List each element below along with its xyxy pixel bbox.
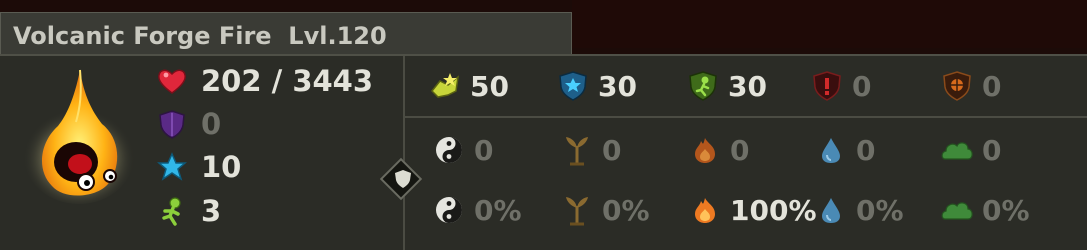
air-pct-value: 0% xyxy=(982,193,1030,227)
hp-row: 202 / 3443 xyxy=(155,62,373,100)
fire-flat-cell: 0 xyxy=(688,130,749,170)
air-cloud-icon xyxy=(940,133,974,167)
mp-walker-icon xyxy=(155,194,189,228)
mp-row: 3 xyxy=(155,192,221,230)
critical-icon xyxy=(810,69,844,103)
earth-flat-value: 0 xyxy=(602,133,622,167)
water-flat-cell: 0 xyxy=(814,130,875,170)
title-tab: Volcanic Forge Fire Lvl.120 xyxy=(0,12,572,56)
block-icon xyxy=(940,69,974,103)
earth-sprout-icon xyxy=(560,133,594,167)
mp-dodge-cell: 30 xyxy=(686,66,767,106)
air-flat-cell: 0 xyxy=(940,130,1001,170)
water-pct-value: 0% xyxy=(856,193,904,227)
air-flat-value: 0 xyxy=(982,133,1002,167)
ap-shield-icon xyxy=(556,69,590,103)
block-value: 0 xyxy=(982,69,1002,103)
armor-row: 0 xyxy=(155,105,221,143)
fire-monster-portrait xyxy=(23,69,135,204)
air-pct-cell: 0% xyxy=(940,190,1030,230)
fire-pct-cell: 100% xyxy=(688,190,817,230)
water-flat-value: 0 xyxy=(856,133,876,167)
neutral-pct-cell: 0% xyxy=(432,190,522,230)
neutral-pct-value: 0% xyxy=(474,193,522,227)
initiative-value: 50 xyxy=(470,69,509,103)
yin-yang-icon xyxy=(432,133,466,167)
initiative-icon xyxy=(428,69,462,103)
ap-star-icon xyxy=(155,150,189,184)
fire-pct-value: 100% xyxy=(730,193,817,227)
ap-dodge-value: 30 xyxy=(598,69,637,103)
ap-value: 10 xyxy=(201,150,242,184)
water-drop-icon xyxy=(814,193,848,227)
earth-sprout-icon xyxy=(560,193,594,227)
armor-shield-icon xyxy=(155,107,189,141)
mp-value: 3 xyxy=(201,194,222,228)
earth-pct-cell: 0% xyxy=(560,190,650,230)
water-pct-cell: 0% xyxy=(814,190,904,230)
air-cloud-icon xyxy=(940,193,974,227)
fire-flat-value: 0 xyxy=(730,133,750,167)
block-cell: 0 xyxy=(940,66,1001,106)
armor-value: 0 xyxy=(201,107,222,141)
ap-dodge-cell: 30 xyxy=(556,66,637,106)
critical-value: 0 xyxy=(852,69,872,103)
critical-cell: 0 xyxy=(810,66,871,106)
earth-flat-cell: 0 xyxy=(560,130,621,170)
defense-shield-icon xyxy=(395,170,411,188)
fire-icon xyxy=(688,193,722,227)
yin-yang-icon xyxy=(432,193,466,227)
initiative-cell: 50 xyxy=(428,66,509,106)
neutral-flat-cell: 0 xyxy=(432,130,493,170)
panel-divider-horizontal xyxy=(405,116,1087,118)
top-dark-strip xyxy=(572,0,1087,48)
earth-pct-value: 0% xyxy=(602,193,650,227)
hp-value: 202 / 3443 xyxy=(201,64,374,98)
ap-row: 10 xyxy=(155,148,241,186)
mp-dodge-value: 30 xyxy=(728,69,767,103)
panel-divider-vertical xyxy=(403,56,405,250)
water-drop-icon xyxy=(814,133,848,167)
mp-shield-icon xyxy=(686,69,720,103)
neutral-flat-value: 0 xyxy=(474,133,494,167)
heart-icon xyxy=(155,64,189,98)
fire-icon xyxy=(688,133,722,167)
monster-title: Volcanic Forge Fire Lvl.120 xyxy=(13,22,387,50)
